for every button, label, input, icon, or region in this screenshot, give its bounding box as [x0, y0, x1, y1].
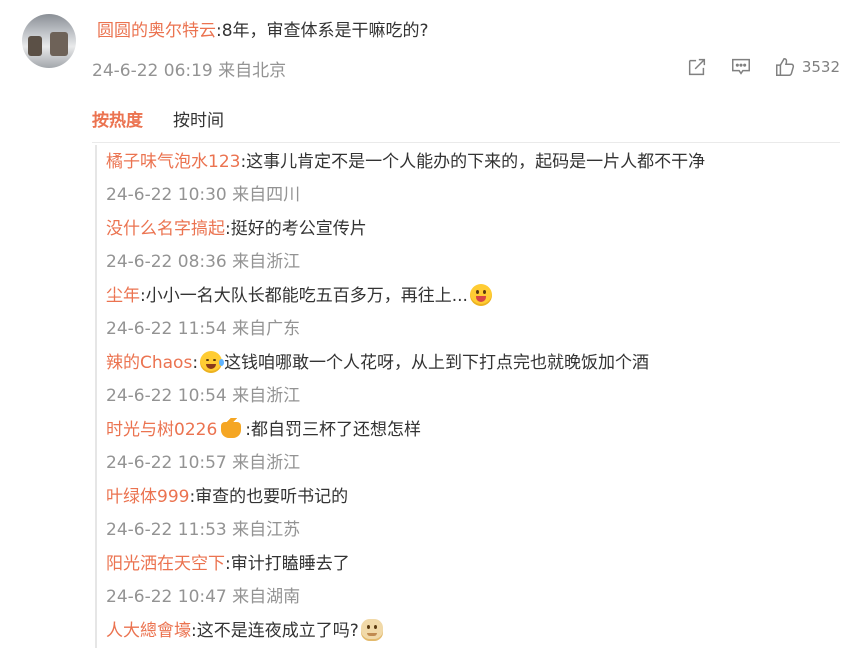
avatar-figure [28, 36, 42, 56]
avatar[interactable] [22, 14, 76, 68]
list-item: 叶绿体999:审查的也要听书记的 24-6-22 11:53 来自江苏 [97, 480, 842, 547]
reply-username[interactable]: 叶绿体999 [106, 487, 189, 507]
main-comment-meta: 24-6-22 06:19 来自北京 [92, 56, 286, 81]
share-button[interactable] [686, 56, 708, 78]
like-button[interactable]: 3532 [774, 56, 840, 78]
reply-text: 这钱咱哪敢一个人花呀，从上到下打点完也就晚饭加个酒 [224, 353, 650, 373]
doge-emoji-icon [360, 619, 383, 641]
reply-colon: : [192, 353, 199, 373]
reply-location: 来自江苏 [232, 520, 301, 540]
list-item: 尘年:小小一名大队长都能吃五百多万，再往上... 24-6-22 11:54 来… [97, 279, 842, 346]
divider [92, 142, 840, 143]
list-item: 阳光洒在天空下:审计打瞌睡去了 24-6-22 10:47 来自湖南 [97, 547, 842, 614]
reply-text: :审查的也要听书记的 [189, 487, 349, 507]
like-count: 3532 [801, 58, 840, 76]
reply-username[interactable]: 阳光洒在天空下 [106, 554, 225, 574]
reply-text: :这事儿肯定不是一个人能办的下来的，起码是一片人都不干净 [240, 152, 706, 172]
sort-tabs: 按热度 按时间 [92, 106, 254, 131]
tab-by-hot[interactable]: 按热度 [92, 106, 143, 131]
list-item: 时光与树0226 :都自罚三杯了还想怎样 24-6-22 10:57 来自浙江 [97, 413, 842, 480]
reply-text: :都自罚三杯了还想怎样 [245, 420, 421, 440]
reply-username[interactable]: 人大總會壕 [106, 621, 191, 641]
main-comment-time: 24-6-22 06:19 [92, 61, 213, 81]
avatar-figure [50, 32, 68, 56]
reply-location: 来自湖南 [232, 587, 301, 607]
crown-badge-icon [221, 418, 242, 438]
laugh-cry-emoji-icon [200, 351, 225, 373]
tab-by-time[interactable]: 按时间 [173, 106, 224, 131]
main-comment-username[interactable]: 圆圆的奥尔特云 [97, 21, 216, 41]
reply-list: 橘子味气泡水123:这事儿肯定不是一个人能办的下来的，起码是一片人都不干净 24… [95, 145, 842, 648]
reply-text: :这不是连夜成立了吗? [191, 621, 359, 641]
reply-time: 24-6-22 10:54 [106, 386, 227, 406]
comment-button[interactable] [730, 56, 752, 78]
reply-text: :审计打瞌睡去了 [225, 554, 350, 574]
reply-username[interactable]: 没什么名字搞起 [106, 219, 225, 239]
reply-text: :小小一名大队长都能吃五百多万，再往上... [140, 286, 468, 306]
reply-username[interactable]: 时光与树0226 [106, 420, 217, 440]
comment-icon [731, 58, 750, 75]
reply-time: 24-6-22 10:57 [106, 453, 227, 473]
reply-location: 来自四川 [232, 185, 301, 205]
reply-location: 来自浙江 [232, 386, 301, 406]
reply-time: 24-6-22 10:30 [106, 185, 227, 205]
reply-time: 24-6-22 08:36 [106, 252, 227, 272]
reply-time: 24-6-22 11:54 [106, 319, 227, 339]
main-comment: 圆圆的奥尔特云:8年，审查体系是干嘛吃的? [97, 20, 429, 42]
main-comment-location: 来自北京 [218, 61, 287, 81]
reply-username[interactable]: 橘子味气泡水123 [106, 152, 240, 172]
reply-username[interactable]: 辣的Chaos [106, 353, 192, 373]
list-item: 人大總會壕:这不是连夜成立了吗? [97, 614, 842, 648]
like-icon [775, 58, 794, 76]
list-item: 没什么名字搞起:挺好的考公宣传片 24-6-22 08:36 来自浙江 [97, 212, 842, 279]
reply-location: 来自浙江 [232, 252, 301, 272]
main-comment-text: :8年，审查体系是干嘛吃的? [216, 21, 429, 41]
list-item: 橘子味气泡水123:这事儿肯定不是一个人能办的下来的，起码是一片人都不干净 24… [97, 145, 842, 212]
comment-actions: 3532 [664, 54, 840, 80]
tongue-emoji-icon [469, 284, 492, 306]
share-icon [688, 58, 705, 76]
reply-location: 来自广东 [232, 319, 301, 339]
reply-location: 来自浙江 [232, 453, 301, 473]
list-item: 辣的Chaos: 这钱咱哪敢一个人花呀，从上到下打点完也就晚饭加个酒 24-6-2… [97, 346, 842, 413]
reply-text: :挺好的考公宣传片 [225, 219, 367, 239]
reply-time: 24-6-22 10:47 [106, 587, 227, 607]
reply-time: 24-6-22 11:53 [106, 520, 227, 540]
reply-username[interactable]: 尘年 [106, 286, 140, 306]
